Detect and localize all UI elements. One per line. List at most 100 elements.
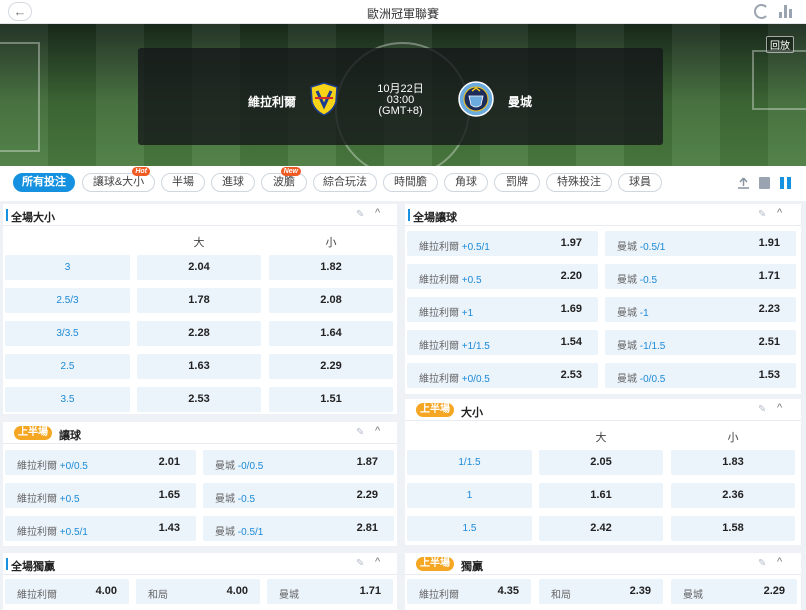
away-odds-cell[interactable]: 曼城 -0/0.5 1.53 bbox=[605, 363, 796, 388]
away-odds-cell[interactable]: 曼城 -1 2.23 bbox=[605, 297, 796, 322]
line-cell: 2.5/3 bbox=[5, 288, 130, 313]
away-team-crest-icon bbox=[458, 81, 494, 117]
away-odds-cell[interactable]: 曼城 -0.5/1 1.91 bbox=[605, 231, 796, 256]
home-win-cell[interactable]: 維拉利爾 4.00 bbox=[5, 579, 129, 604]
pin-icon[interactable]: ✎ bbox=[758, 404, 768, 415]
tab-label: 讓球&大小 bbox=[92, 176, 145, 188]
two-column-icon[interactable] bbox=[780, 177, 791, 189]
odds-cell[interactable]: 2.53 bbox=[137, 387, 261, 412]
line-cell: 1/1.5 bbox=[407, 450, 532, 475]
away-odds-cell[interactable]: 曼城 -0.5 1.71 bbox=[605, 264, 796, 289]
single-column-icon[interactable] bbox=[759, 177, 770, 189]
home-odds-cell[interactable]: 維拉利爾 +1/1.5 1.54 bbox=[407, 330, 598, 355]
draw-cell[interactable]: 和局 4.00 bbox=[136, 579, 260, 604]
tab-correct-score[interactable]: 波膽 New bbox=[261, 167, 307, 192]
panel-header[interactable]: 全場獨贏 ✎ ^ bbox=[3, 553, 397, 575]
odds-cell[interactable]: 1.78 bbox=[137, 288, 261, 313]
replay-button[interactable]: 回放 bbox=[766, 36, 794, 53]
chevron-up-icon[interactable]: ^ bbox=[777, 208, 787, 219]
panel-title: 大小 bbox=[461, 407, 483, 419]
tab-corners[interactable]: 角球 bbox=[444, 173, 488, 192]
home-odds-cell[interactable]: 維拉利爾 +0/0.5 2.01 bbox=[5, 450, 196, 475]
odds-cell[interactable]: 2.36 bbox=[671, 483, 795, 508]
odds-cell[interactable]: 2.04 bbox=[137, 255, 261, 280]
pin-icon[interactable]: ✎ bbox=[356, 209, 366, 220]
odds-cell[interactable]: 1.83 bbox=[671, 450, 795, 475]
kickoff-timezone: (GMT+8) bbox=[378, 105, 423, 117]
tab-label: 波膽 bbox=[273, 176, 295, 188]
panel-header[interactable]: 全場大小 ✎ ^ bbox=[3, 204, 397, 226]
pin-icon[interactable]: ✎ bbox=[356, 427, 366, 438]
kickoff-time: 10月22日 03:00 (GMT+8) bbox=[368, 84, 433, 117]
odds-cell[interactable]: 1.64 bbox=[269, 321, 393, 346]
pin-icon[interactable]: ✎ bbox=[356, 558, 366, 569]
market-tabs: 所有投注 讓球&大小 Hot 半場 進球 波膽 New 綜合玩法 時間膽 角球 … bbox=[0, 166, 806, 201]
tab-cards[interactable]: 罰牌 bbox=[494, 173, 540, 192]
away-odds-cell[interactable]: 曼城 -1/1.5 2.51 bbox=[605, 330, 796, 355]
chevron-up-icon[interactable]: ^ bbox=[777, 557, 787, 568]
new-badge: New bbox=[280, 167, 301, 176]
home-team-crest-icon bbox=[310, 82, 338, 116]
panel-header[interactable]: 上半場 大小 ✎ ^ bbox=[405, 399, 801, 421]
odds-cell[interactable]: 1.58 bbox=[671, 516, 795, 541]
home-win-cell[interactable]: 維拉利爾 4.35 bbox=[407, 579, 531, 604]
panel-header[interactable]: 上半場 讓球 ✎ ^ bbox=[3, 422, 397, 444]
panel-title: 讓球 bbox=[59, 430, 81, 442]
top-bar: ← 歐洲冠軍聯賽 bbox=[0, 0, 806, 24]
odds-cell[interactable]: 2.05 bbox=[539, 450, 663, 475]
home-odds-cell[interactable]: 維拉利爾 +1 1.69 bbox=[407, 297, 598, 322]
tab-players[interactable]: 球員 bbox=[618, 173, 662, 192]
tab-all-bets[interactable]: 所有投注 bbox=[13, 173, 75, 192]
odds-cell[interactable]: 1.63 bbox=[137, 354, 261, 379]
panel-ft-1x2: 全場獨贏 ✎ ^ 維拉利爾 4.00 和局 4.00 曼城 1.71 bbox=[3, 553, 397, 610]
away-odds-cell[interactable]: 曼城 -0.5 2.29 bbox=[203, 483, 394, 508]
tab-time-score[interactable]: 時間膽 bbox=[383, 173, 438, 192]
draw-cell[interactable]: 和局 2.39 bbox=[539, 579, 663, 604]
odds-cell[interactable]: 2.08 bbox=[269, 288, 393, 313]
panel-title: 獨贏 bbox=[461, 561, 483, 573]
odds-cell[interactable]: 2.29 bbox=[269, 354, 393, 379]
odds-cell[interactable]: 1.51 bbox=[269, 387, 393, 412]
chevron-up-icon[interactable]: ^ bbox=[375, 557, 385, 568]
away-team-name: 曼城 bbox=[508, 95, 533, 109]
tab-combo[interactable]: 綜合玩法 bbox=[313, 173, 377, 192]
panel-ft-handicap: 全場讓球 ✎ ^ 維拉利爾 +0.5/1 1.97 曼城 -0.5/1 1.91 維… bbox=[405, 204, 801, 394]
chevron-up-icon[interactable]: ^ bbox=[375, 426, 385, 437]
home-odds-cell[interactable]: 維拉利爾 +0.5 1.65 bbox=[5, 483, 196, 508]
tab-handicap-ou[interactable]: 讓球&大小 Hot bbox=[82, 167, 155, 192]
chevron-up-icon[interactable]: ^ bbox=[375, 208, 385, 219]
panel-title: 全場獨贏 bbox=[11, 561, 55, 573]
odds-cell[interactable]: 2.28 bbox=[137, 321, 261, 346]
tab-half-time[interactable]: 半場 bbox=[161, 173, 205, 192]
pitch-box-left bbox=[0, 42, 40, 152]
tab-goals[interactable]: 進球 bbox=[211, 173, 255, 192]
match-banner: 回放 維拉利爾 10月22日 03:00 (GMT+8) 曼城 bbox=[0, 24, 806, 166]
panel-fh-1x2: 上半場 獨贏 ✎ ^ 維拉利爾 4.35 和局 2.39 曼城 2.29 bbox=[405, 553, 801, 610]
home-team-name: 維拉利爾 bbox=[248, 95, 297, 109]
tab-specials[interactable]: 特殊投注 bbox=[546, 173, 612, 192]
line-cell: 3 bbox=[5, 255, 130, 280]
panel-header[interactable]: 全場讓球 ✎ ^ bbox=[405, 204, 801, 226]
away-odds-cell[interactable]: 曼城 -0/0.5 1.87 bbox=[203, 450, 394, 475]
collapse-all-icon[interactable] bbox=[738, 177, 749, 189]
odds-cell[interactable]: 1.61 bbox=[539, 483, 663, 508]
away-win-cell[interactable]: 曼城 2.29 bbox=[671, 579, 797, 604]
odds-cell[interactable]: 2.42 bbox=[539, 516, 663, 541]
refresh-icon[interactable] bbox=[754, 4, 769, 19]
odds-cell[interactable]: 1.82 bbox=[269, 255, 393, 280]
away-odds-cell[interactable]: 曼城 -0.5/1 2.81 bbox=[203, 516, 394, 541]
panel-header[interactable]: 上半場 獨贏 ✎ ^ bbox=[405, 553, 801, 575]
home-odds-cell[interactable]: 維拉利爾 +0.5/1 1.97 bbox=[407, 231, 598, 256]
panel-title: 全場大小 bbox=[11, 212, 55, 224]
home-odds-cell[interactable]: 維拉利爾 +0.5/1 1.43 bbox=[5, 516, 196, 541]
home-odds-cell[interactable]: 維拉利爾 +0.5 2.20 bbox=[407, 264, 598, 289]
pin-icon[interactable]: ✎ bbox=[758, 558, 768, 569]
column-header-under: 小 bbox=[727, 432, 739, 444]
panel-fh-handicap: 上半場 讓球 ✎ ^ 維拉利爾 +0/0.5 2.01 曼城 -0/0.5 1.87… bbox=[3, 422, 397, 546]
pin-icon[interactable]: ✎ bbox=[758, 209, 768, 220]
stats-icon[interactable] bbox=[779, 5, 793, 18]
line-cell: 1.5 bbox=[407, 516, 532, 541]
home-odds-cell[interactable]: 維拉利爾 +0/0.5 2.53 bbox=[407, 363, 598, 388]
chevron-up-icon[interactable]: ^ bbox=[777, 403, 787, 414]
away-win-cell[interactable]: 曼城 1.71 bbox=[267, 579, 393, 604]
